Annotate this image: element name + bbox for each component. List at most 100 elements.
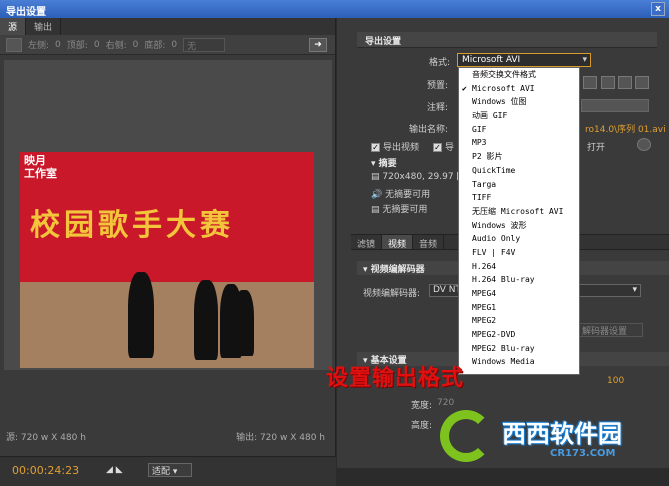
chevron-down-icon: ▾ bbox=[632, 285, 637, 295]
video-codec-value: DV NT bbox=[433, 285, 462, 295]
crop-bottom-value[interactable]: 0 bbox=[171, 40, 177, 50]
source-panel: 源 输出 左侧: 0 顶部: 0 右侧: 0 底部: 0 无 ➜ 校园歌手大赛 映月 工… bbox=[0, 18, 336, 486]
crop-toolbar: 左侧: 0 顶部: 0 右侧: 0 底部: 0 无 ➜ bbox=[0, 35, 335, 55]
dancer bbox=[234, 290, 254, 356]
crop-icon[interactable] bbox=[6, 37, 22, 52]
crop-left-value[interactable]: 0 bbox=[55, 40, 61, 50]
watermark-logo-icon bbox=[440, 410, 492, 462]
watermark-main: 西西软件园 bbox=[502, 420, 622, 448]
dancer bbox=[128, 272, 154, 358]
check-icon: ✔ bbox=[462, 83, 467, 93]
crop-bottom-label: 底部: bbox=[144, 41, 166, 51]
export-video-label: 导出视频 bbox=[383, 143, 420, 153]
format-option[interactable]: Windows 位图 bbox=[459, 95, 579, 109]
tab-audio[interactable]: 音频 bbox=[413, 235, 445, 250]
width-value[interactable]: 720 bbox=[437, 398, 454, 408]
export-video-checkbox[interactable]: ✓ bbox=[371, 143, 380, 152]
format-option[interactable]: 音频交换文件格式 bbox=[459, 68, 579, 82]
format-option[interactable]: MPEG2 Blu-ray bbox=[459, 342, 579, 356]
crop-right-label: 右侧: bbox=[105, 41, 127, 51]
format-dropdown-list[interactable]: 音频交换文件格式 ✔ Microsoft AVI Windows 位图 动画 GIF GI… bbox=[458, 67, 580, 375]
export-audio-option[interactable]: ✓ 导 bbox=[433, 140, 454, 153]
summary-line-1: 720x480, 29.97 [fp bbox=[382, 172, 469, 182]
studio-logo-line1: 映月 bbox=[24, 154, 46, 167]
crop-top-label: 顶部: bbox=[66, 41, 88, 51]
format-option[interactable]: TIFF bbox=[459, 191, 579, 205]
format-option[interactable]: FLV | F4V bbox=[459, 246, 579, 260]
crop-preset-select[interactable]: 无 bbox=[183, 37, 226, 52]
preset-dropdown-icon[interactable] bbox=[583, 76, 597, 89]
format-option[interactable]: MPEG2 bbox=[459, 314, 579, 328]
source-size: 源: 720 w X 480 h bbox=[6, 433, 86, 443]
format-option[interactable]: 动画 GIF bbox=[459, 109, 579, 123]
video-frame: 校园歌手大赛 映月 工作室 bbox=[20, 152, 314, 368]
summary-line: ▤ 无摘要可用 bbox=[371, 205, 428, 215]
format-option[interactable]: Audio Only bbox=[459, 232, 579, 246]
comment-label: 注释: bbox=[427, 103, 449, 113]
format-option[interactable]: ✔ Microsoft AVI bbox=[459, 82, 579, 96]
zoom-fit-select[interactable]: 适配 ▾ bbox=[148, 463, 192, 477]
format-select[interactable]: Microsoft AVI ▾ bbox=[457, 53, 591, 67]
preset-label: 预置: bbox=[427, 81, 449, 91]
dancer bbox=[194, 280, 218, 360]
codec-settings-button[interactable]: 解码器设置 bbox=[577, 323, 643, 337]
source-tabs: 源 输出 bbox=[0, 18, 335, 35]
close-button[interactable]: x bbox=[651, 2, 665, 16]
in-out-markers-icon[interactable]: ◢ ◣ bbox=[106, 465, 123, 475]
summary-header[interactable]: ▾ 摘要 bbox=[371, 156, 397, 169]
export-settings-header: 导出设置 bbox=[357, 32, 657, 48]
comment-field[interactable] bbox=[581, 99, 649, 112]
format-option-label: Microsoft AVI bbox=[472, 83, 535, 93]
format-option[interactable]: P2 影片 bbox=[459, 150, 579, 164]
video-codec-label: 视频编解码器: bbox=[363, 289, 421, 299]
format-value: Microsoft AVI bbox=[462, 55, 521, 65]
format-option[interactable]: Targa bbox=[459, 178, 579, 192]
open-label: 打开 bbox=[587, 143, 606, 153]
summary-line-2: 无摘要可用 bbox=[385, 190, 431, 200]
format-option[interactable]: QuickTime bbox=[459, 164, 579, 178]
arrow-right-icon[interactable]: ➜ bbox=[309, 37, 327, 52]
delete-preset-icon[interactable] bbox=[635, 76, 649, 89]
export-video-option[interactable]: ✓ 导出视频 bbox=[371, 140, 419, 153]
tab-source[interactable]: 源 bbox=[0, 18, 27, 35]
crop-right-value[interactable]: 0 bbox=[133, 40, 139, 50]
output-name-link[interactable]: ro14.0\序列 01.avi bbox=[585, 122, 666, 135]
video-codec-group-title: 视频编解码器 bbox=[370, 265, 425, 275]
format-option[interactable]: Windows 波形 bbox=[459, 219, 579, 233]
save-preset-icon[interactable] bbox=[601, 76, 615, 89]
height-label: 高度: bbox=[411, 421, 433, 431]
output-name-label: 输出名称: bbox=[409, 125, 449, 135]
stop-icon[interactable] bbox=[637, 138, 651, 151]
export-audio-checkbox[interactable]: ✓ bbox=[433, 143, 442, 152]
export-audio-label: 导 bbox=[445, 143, 455, 153]
format-option[interactable]: GIF bbox=[459, 123, 579, 137]
summary-line: ▤ 720x480, 29.97 [fp bbox=[371, 172, 469, 182]
window-title-bar: 导出设置 x bbox=[0, 0, 669, 18]
format-option[interactable]: MP3 bbox=[459, 136, 579, 150]
site-watermark: 西西软件园 CR173.COM bbox=[438, 408, 664, 466]
output-size: 输出: 720 w X 480 h bbox=[236, 433, 325, 443]
format-option[interactable]: MPEG4 bbox=[459, 287, 579, 301]
import-preset-icon[interactable] bbox=[618, 76, 632, 89]
format-option[interactable]: H.264 Blu-ray bbox=[459, 273, 579, 287]
tab-output[interactable]: 输出 bbox=[26, 18, 62, 35]
zoom-fit-label: 适配 bbox=[152, 467, 171, 477]
format-option[interactable]: MPEG1 bbox=[459, 301, 579, 315]
tab-filters[interactable]: 滤镜 bbox=[351, 235, 383, 250]
width-label: 宽度: bbox=[411, 401, 433, 411]
tab-video[interactable]: 视频 bbox=[382, 235, 414, 250]
format-option[interactable]: MPEG2-DVD bbox=[459, 328, 579, 342]
format-option[interactable]: Windows Media bbox=[459, 355, 579, 369]
format-label: 格式: bbox=[429, 58, 451, 68]
format-option[interactable]: H.264 bbox=[459, 260, 579, 274]
stage-floor bbox=[20, 281, 314, 368]
chevron-down-icon: ▾ bbox=[582, 55, 587, 65]
playback-controls: 00:00:24:23 ◢ ◣ 适配 ▾ bbox=[0, 456, 336, 486]
summary-line-3: 无摘要可用 bbox=[382, 205, 428, 215]
summary-label: 摘要 bbox=[378, 159, 397, 169]
summary-line: 🔊 无摘要可用 bbox=[371, 190, 431, 200]
value-100[interactable]: 100 bbox=[607, 376, 624, 386]
crop-top-value[interactable]: 0 bbox=[94, 40, 100, 50]
timecode[interactable]: 00:00:24:23 bbox=[12, 464, 79, 477]
format-option[interactable]: 无压缩 Microsoft AVI bbox=[459, 205, 579, 219]
